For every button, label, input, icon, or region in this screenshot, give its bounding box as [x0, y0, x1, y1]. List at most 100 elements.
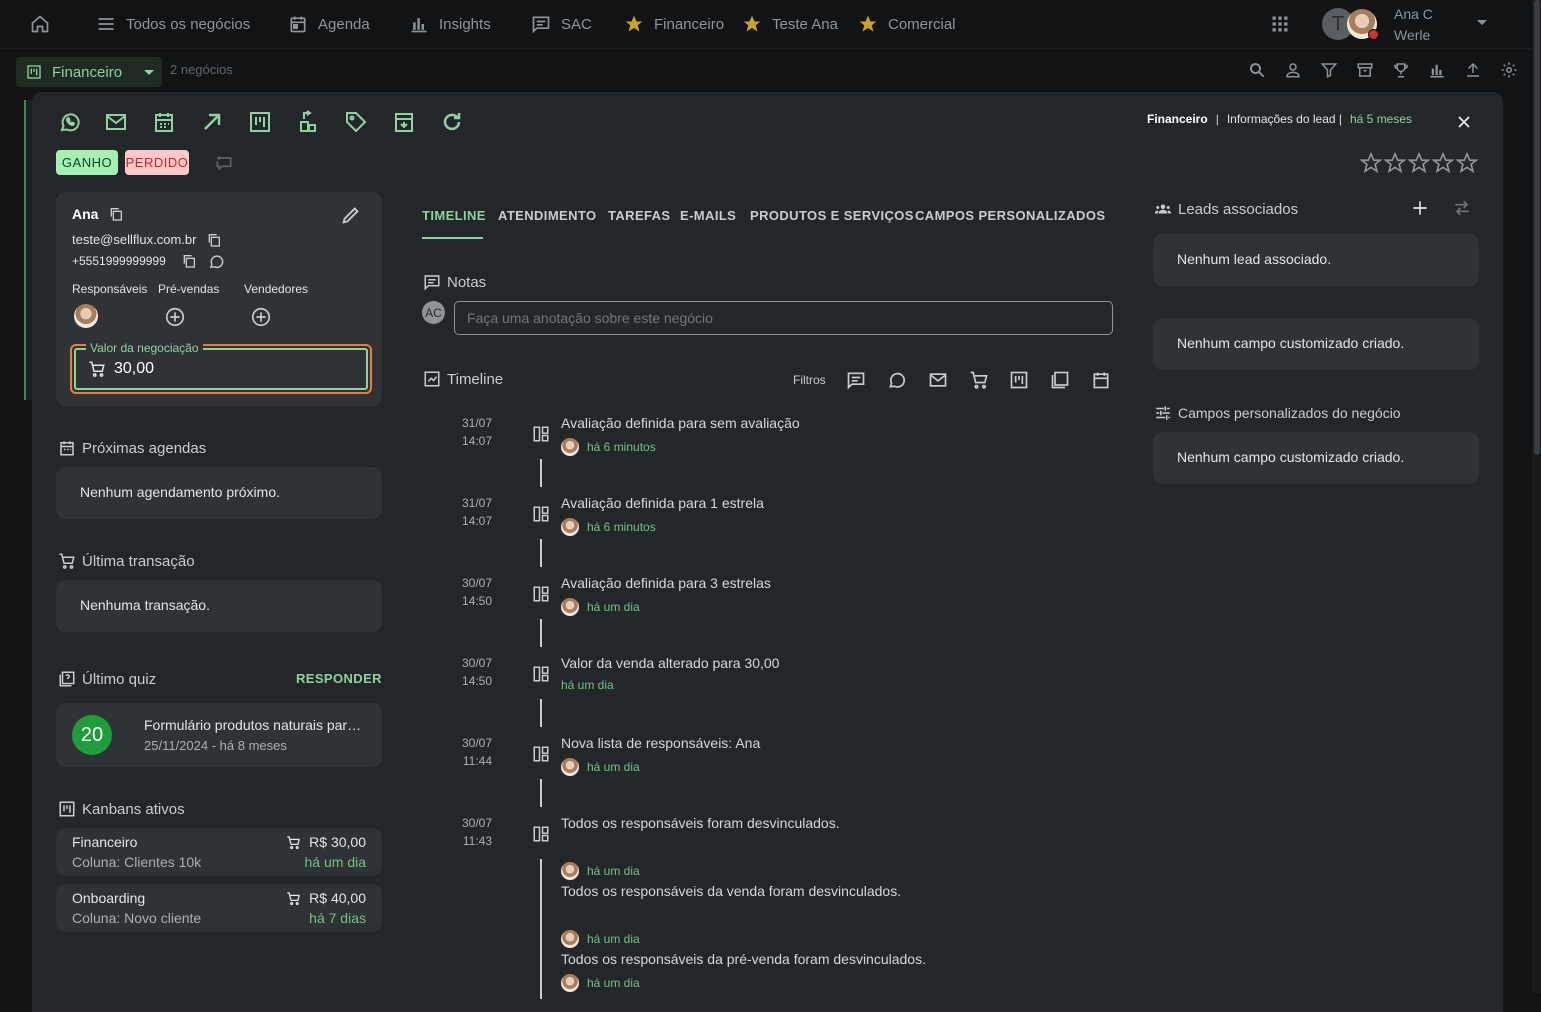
filter-calendar-icon[interactable] [1091, 370, 1111, 390]
close-icon [1454, 112, 1474, 132]
pre-vendas-label: Pré-vendas [158, 282, 220, 296]
email-icon[interactable] [104, 110, 128, 134]
edit-icon[interactable] [340, 204, 362, 226]
cart-icon [88, 360, 106, 378]
deal-modal: Financeiro | Informações do lead | há 5 … [32, 92, 1503, 1012]
status-dot [1368, 29, 1379, 40]
nav-todos-negocios[interactable]: Todos os negócios [96, 10, 250, 38]
nav-insights[interactable]: Insights [409, 10, 491, 38]
copy-icon[interactable] [108, 206, 124, 222]
filter-email-icon[interactable] [928, 370, 948, 390]
person-icon[interactable] [1284, 61, 1302, 79]
home-button[interactable] [30, 10, 50, 38]
whatsapp-icon[interactable] [208, 253, 225, 270]
event-text: Avaliação definida para 1 estrela [561, 495, 764, 511]
kanbans-title: Kanbans ativos [58, 800, 185, 818]
kanban-item-time: há um dia [304, 854, 366, 870]
filter-cart-icon[interactable] [969, 370, 989, 390]
arrow-up-right-icon[interactable] [200, 110, 224, 134]
kanban-item-onboarding[interactable]: Onboarding Coluna: Novo cliente R$ 40,00… [56, 884, 382, 932]
upload-icon[interactable] [1464, 61, 1482, 79]
kanban-item-financeiro[interactable]: Financeiro Coluna: Clientes 10k R$ 30,00… [56, 828, 382, 876]
add-lead-button[interactable] [1410, 198, 1430, 218]
nav-agenda[interactable]: Agenda [288, 10, 370, 38]
agendas-card: Nenhum agendamento próximo. [56, 467, 382, 519]
won-button[interactable]: GANHO [56, 150, 118, 175]
swap-icon[interactable] [1452, 198, 1472, 218]
user-name[interactable]: Ana C Werle [1394, 4, 1433, 46]
refresh-icon[interactable] [440, 110, 464, 134]
valor-value: 30,00 [114, 360, 155, 377]
add-vendedor-button[interactable] [250, 306, 272, 328]
responsavel-avatar[interactable] [74, 304, 98, 328]
quiz-responder-button[interactable]: RESPONDER [296, 671, 382, 686]
calendar-icon[interactable] [152, 110, 176, 134]
tab-timeline[interactable]: TIMELINE [422, 208, 486, 223]
apps-button[interactable] [1270, 10, 1290, 38]
gear-icon[interactable] [1500, 61, 1518, 79]
nav-comercial[interactable]: Comercial [858, 10, 956, 38]
tab-produtos-servicos[interactable]: PRODUTOS E SERVIÇOS [750, 208, 914, 223]
kanban-select[interactable]: Financeiro [16, 57, 162, 87]
rating-star-3[interactable] [1408, 152, 1430, 174]
tag-icon[interactable] [344, 110, 368, 134]
rating-star-2[interactable] [1384, 152, 1406, 174]
transacao-card: Nenhuma transação. [56, 580, 382, 632]
copy-icon[interactable] [181, 253, 197, 269]
note-author-avatar: AC [422, 301, 445, 324]
timeline-connector [540, 539, 542, 567]
archive-icon[interactable] [392, 110, 416, 134]
vendedores-label: Vendedores [244, 282, 309, 296]
filter-kanban-icon[interactable] [1009, 370, 1029, 390]
page-scrollbar-thumb[interactable] [1534, 0, 1540, 455]
nav-financeiro[interactable]: Financeiro [624, 10, 724, 38]
bar-chart-icon[interactable] [1428, 61, 1446, 79]
note-input[interactable] [454, 301, 1113, 335]
tab-campos-personalizados[interactable]: CAMPOS PERSONALIZADOS [915, 208, 1105, 223]
tab-tarefas[interactable]: TAREFAS [608, 208, 671, 223]
lost-button[interactable]: PERDIDO [125, 150, 189, 175]
search-icon[interactable] [1248, 61, 1266, 79]
trophy-icon[interactable] [1392, 61, 1410, 79]
created-time: há 5 meses [1350, 112, 1413, 126]
quiz-card[interactable]: 20 Formulário produtos naturais par… 25/… [56, 703, 382, 767]
valor-input[interactable]: Valor da negociação 30,00 [74, 341, 368, 390]
calendar-icon [58, 439, 76, 457]
leads-empty: Nenhum lead associado. [1177, 251, 1332, 267]
tab-atendimento[interactable]: ATENDIMENTO [498, 208, 597, 223]
calendar-icon [288, 14, 308, 34]
pipeline-name[interactable]: Financeiro [1147, 112, 1208, 126]
filter-quiz-icon[interactable] [1050, 370, 1070, 390]
nav-sac[interactable]: SAC [531, 10, 592, 38]
user-menu-chevron-icon[interactable] [1477, 20, 1487, 25]
add-pre-venda-button[interactable] [164, 306, 186, 328]
filter-whatsapp-icon[interactable] [887, 370, 907, 390]
rating-star-1[interactable] [1360, 152, 1382, 174]
timeline-connector [540, 459, 542, 487]
rating-star-5[interactable] [1456, 152, 1478, 174]
star-icon [858, 14, 878, 34]
deal-count: 2 negócios [170, 62, 233, 77]
tab-emails[interactable]: E-MAILS [680, 208, 736, 223]
nav-teste-ana[interactable]: Teste Ana [742, 10, 838, 38]
event-kanban-icon [532, 505, 550, 523]
kanban-icon[interactable] [248, 110, 272, 134]
quiz-title: Último quiz [58, 670, 156, 688]
nav-label: SAC [561, 15, 592, 33]
event-kanban-icon [532, 585, 550, 603]
event-text: Todos os responsáveis foram desvinculado… [561, 815, 840, 831]
subbar-actions [1248, 61, 1518, 79]
filter-icon[interactable] [1320, 61, 1338, 79]
archive-icon[interactable] [1356, 61, 1374, 79]
rating-star-4[interactable] [1432, 152, 1454, 174]
filter-notes-icon[interactable] [846, 370, 866, 390]
transfer-icon[interactable] [296, 110, 320, 134]
sub-event-meta: há um dia [561, 862, 640, 880]
whatsapp-icon[interactable] [58, 110, 82, 134]
quiz-icon [58, 670, 76, 688]
event-meta: há um dia [561, 758, 640, 776]
campos-card: Nenhum campo customizado criado. [1153, 432, 1479, 484]
close-button[interactable] [1454, 112, 1474, 132]
copy-icon[interactable] [206, 232, 222, 248]
undo-status-icon[interactable] [214, 153, 234, 173]
